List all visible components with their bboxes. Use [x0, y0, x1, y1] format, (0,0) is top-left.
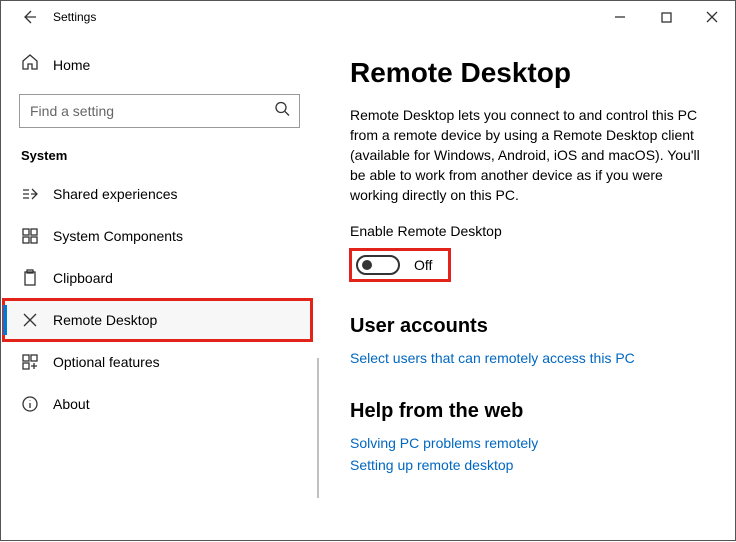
select-users-link[interactable]: Select users that can remotely access th…: [350, 350, 703, 366]
sidebar-item-remote-desktop[interactable]: Remote Desktop: [3, 299, 312, 341]
user-accounts-heading: User accounts: [350, 315, 703, 338]
toggle-state-label: Off: [414, 257, 432, 273]
sidebar: Home System Shared experiences System Co…: [1, 33, 318, 542]
arrow-left-icon: [21, 9, 37, 25]
search-input[interactable]: [19, 94, 300, 128]
search-wrap: [19, 94, 300, 128]
close-icon: [706, 11, 718, 23]
toggle-knob: [362, 260, 372, 270]
sidebar-item-about[interactable]: About: [1, 383, 318, 425]
enable-remote-desktop-toggle-row: Off: [350, 249, 450, 281]
remote-desktop-icon: [21, 311, 39, 329]
sidebar-item-label: About: [53, 396, 90, 412]
sidebar-item-shared-experiences[interactable]: Shared experiences: [1, 173, 318, 215]
help-link-setup[interactable]: Setting up remote desktop: [350, 457, 703, 473]
sidebar-home-label: Home: [53, 57, 90, 73]
close-button[interactable]: [689, 1, 735, 33]
enable-remote-desktop-toggle[interactable]: [356, 255, 400, 275]
system-components-icon: [21, 227, 39, 245]
sidebar-item-label: Clipboard: [53, 270, 113, 286]
about-icon: [21, 395, 39, 413]
window-title: Settings: [43, 10, 96, 24]
maximize-button[interactable]: [643, 1, 689, 33]
shared-experiences-icon: [21, 185, 39, 203]
help-link-solving[interactable]: Solving PC problems remotely: [350, 435, 703, 451]
sidebar-item-label: Remote Desktop: [53, 312, 157, 328]
minimize-icon: [614, 11, 626, 23]
page-description: Remote Desktop lets you connect to and c…: [350, 105, 703, 205]
sidebar-home[interactable]: Home: [1, 51, 318, 94]
sidebar-item-label: Shared experiences: [53, 186, 178, 202]
enable-remote-desktop-label: Enable Remote Desktop: [350, 223, 703, 239]
back-button[interactable]: [15, 9, 43, 25]
maximize-icon: [661, 12, 672, 23]
help-heading: Help from the web: [350, 400, 703, 423]
optional-features-icon: [21, 353, 39, 371]
page-title: Remote Desktop: [350, 57, 703, 89]
sidebar-item-system-components[interactable]: System Components: [1, 215, 318, 257]
clipboard-icon: [21, 269, 39, 287]
sidebar-item-label: System Components: [53, 228, 183, 244]
category-title: System: [1, 148, 318, 173]
home-icon: [21, 53, 39, 76]
main-panel: Remote Desktop Remote Desktop lets you c…: [318, 33, 735, 542]
minimize-button[interactable]: [597, 1, 643, 33]
sidebar-item-label: Optional features: [53, 354, 160, 370]
sidebar-item-optional-features[interactable]: Optional features: [1, 341, 318, 383]
search-icon: [274, 101, 290, 122]
sidebar-item-clipboard[interactable]: Clipboard: [1, 257, 318, 299]
titlebar: Settings: [1, 1, 735, 33]
